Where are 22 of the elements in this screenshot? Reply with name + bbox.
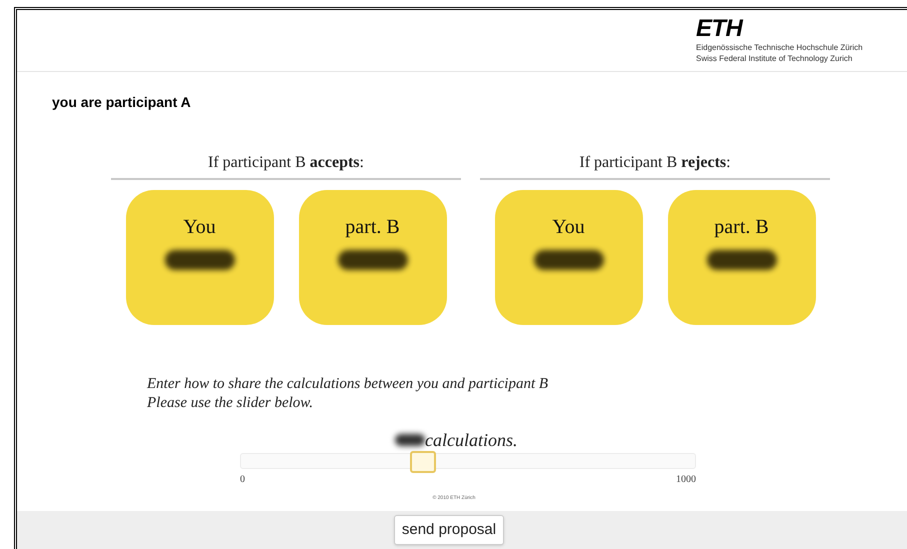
send-proposal-button[interactable]: send proposal xyxy=(394,515,504,545)
instruction-text: Enter how to share the calculations between you and participant B xyxy=(147,375,550,394)
card-label: part. B xyxy=(345,215,400,240)
slider-max-label: 1000 xyxy=(676,473,696,487)
redaction-mark xyxy=(534,250,604,270)
card-label: You xyxy=(183,215,216,240)
redaction-mark xyxy=(395,434,425,446)
slider-value-text: calculations. xyxy=(425,428,518,452)
outcome-heading: If participant B rejects: xyxy=(579,154,731,172)
card-label: part. B xyxy=(714,215,769,240)
logo-subtitle: Eidgenössische Technische Hochschule Zürich xyxy=(696,42,864,53)
slider-thumb[interactable] xyxy=(410,451,436,473)
card-label: You xyxy=(552,215,585,240)
logo-wordmark: ETH xyxy=(696,16,744,42)
redaction-mark xyxy=(706,250,776,270)
redaction-mark xyxy=(164,250,234,270)
instruction-text: Please use the slider below. xyxy=(147,394,314,413)
outcome-heading: If participant B accepts: xyxy=(208,154,364,172)
redaction-mark xyxy=(338,250,408,270)
slider-min-label: 0 xyxy=(240,473,245,487)
logo-subtitle: Swiss Federal Institute of Technology Zurich xyxy=(696,53,854,64)
participant-label: you are participant A xyxy=(52,93,192,112)
